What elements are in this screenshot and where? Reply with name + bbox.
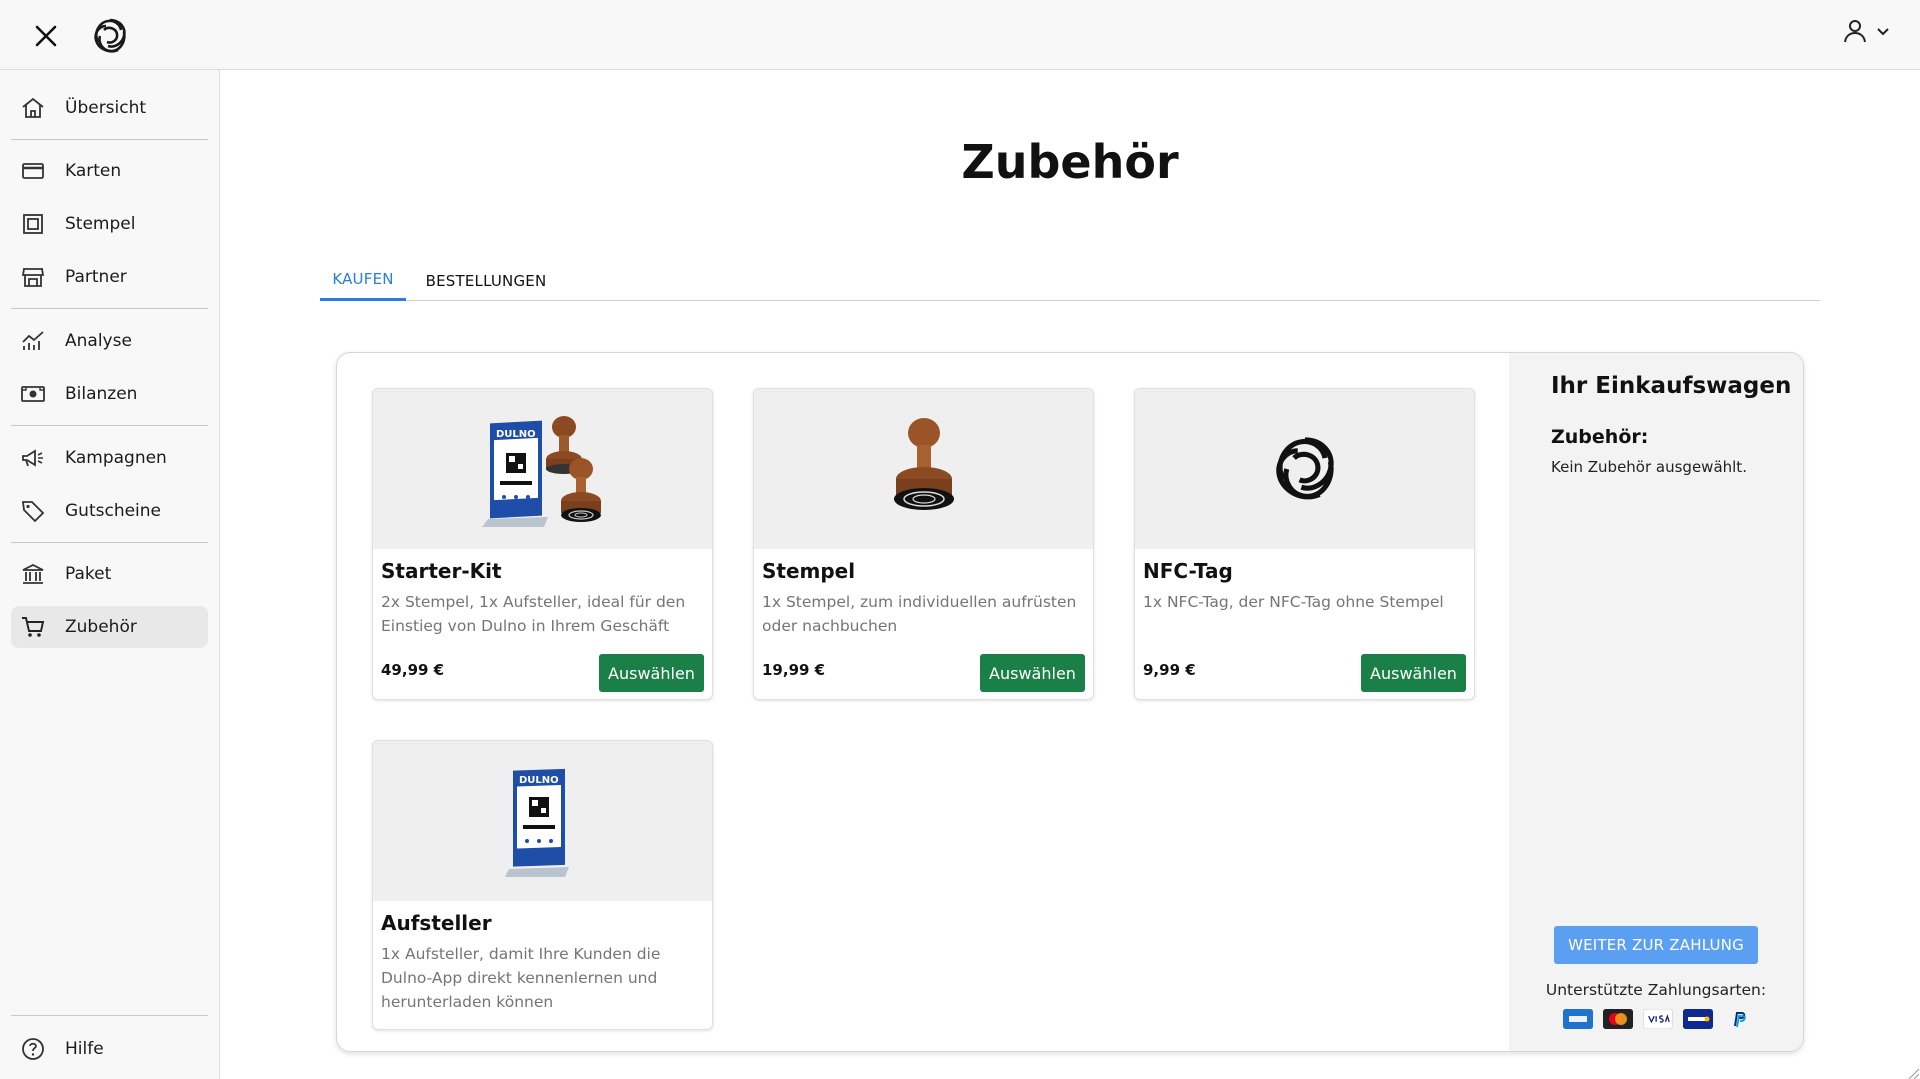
product-card-nfc-tag: NFC-Tag 1x NFC-Tag, der NFC-Tag ohne Ste…: [1134, 388, 1475, 700]
sidebar-item-paket[interactable]: Paket: [11, 553, 208, 595]
select-button-starter-kit[interactable]: Auswählen: [599, 654, 704, 692]
continue-to-payment-button[interactable]: WEITER ZUR ZAHLUNG: [1554, 926, 1758, 964]
paypal-icon: [1723, 1009, 1753, 1029]
money-icon: [11, 373, 55, 415]
payment-methods-label: Unterstützte Zahlungsarten:: [1545, 981, 1767, 999]
product-name: Stempel: [762, 559, 856, 583]
sepa-icon: [1683, 1009, 1713, 1029]
product-image-nfc-tag: [1135, 389, 1474, 549]
product-description: 1x NFC-Tag, der NFC-Tag ohne Stempel: [1143, 593, 1444, 611]
sidebar-item-label: Analyse: [65, 331, 132, 351]
sidebar-item-label: Zubehör: [65, 617, 137, 637]
close-icon[interactable]: [28, 18, 64, 54]
user-icon: [1842, 18, 1868, 48]
product-image-stempel: [754, 389, 1093, 549]
sidebar-item-analyse[interactable]: Analyse: [11, 320, 208, 362]
product-image-starter-kit: DULNO: [373, 389, 712, 549]
sidebar-item-stempel[interactable]: Stempel: [11, 203, 208, 245]
sidebar-item-label: Hilfe: [65, 1039, 104, 1059]
sidebar-item-hilfe[interactable]: Hilfe: [11, 1028, 208, 1070]
sidebar: Übersicht Karten Stempel Partner Analyse…: [0, 70, 220, 1079]
product-card-stempel: Stempel 1x Stempel, zum individuellen au…: [753, 388, 1094, 700]
sidebar-divider: [11, 542, 208, 543]
product-price: 9,99 €: [1143, 661, 1196, 679]
top-bar: [0, 0, 1920, 70]
mastercard-icon: [1603, 1009, 1633, 1029]
card-icon: [11, 150, 55, 192]
product-price: 19,99 €: [762, 661, 826, 679]
sidebar-item-label: Kampagnen: [65, 448, 167, 468]
sidebar-item-karten[interactable]: Karten: [11, 150, 208, 192]
sidebar-item-uebersicht[interactable]: Übersicht: [11, 87, 208, 129]
product-image-aufsteller: DULNO: [373, 741, 712, 901]
select-button-nfc-tag[interactable]: Auswählen: [1361, 654, 1466, 692]
product-name: Aufsteller: [381, 911, 492, 935]
bank-icon: [11, 553, 55, 595]
sidebar-item-label: Bilanzen: [65, 384, 138, 404]
display-brand-text: DULNO: [519, 775, 559, 786]
resize-handle[interactable]: [1906, 1065, 1920, 1079]
shopping-cart: Ihr Einkaufswagen Zubehör: Kein Zubehör …: [1509, 353, 1803, 1051]
product-description: 1x Stempel, zum individuellen aufrüsten …: [762, 593, 1077, 635]
cart-empty-text: Kein Zubehör ausgewählt.: [1551, 458, 1747, 476]
tab-bar: KAUFEN BESTELLUNGEN: [320, 260, 1820, 301]
page-title: Zubehör: [961, 135, 1179, 189]
megaphone-icon: [11, 437, 55, 479]
product-card-aufsteller: DULNO Aufsteller 1x Aufsteller, damit Ih…: [372, 740, 713, 1030]
sidebar-divider: [11, 425, 208, 426]
dulno-logo-icon[interactable]: [88, 14, 132, 58]
amex-icon: [1563, 1009, 1593, 1029]
tab-bestellungen[interactable]: BESTELLUNGEN: [416, 260, 556, 301]
product-name: NFC-Tag: [1143, 559, 1233, 583]
product-description: 1x Aufsteller, damit Ihre Kunden die Dul…: [381, 945, 661, 1011]
store-icon: [11, 256, 55, 298]
product-description: 2x Stempel, 1x Aufsteller, ideal für den…: [381, 593, 686, 635]
sidebar-item-kampagnen[interactable]: Kampagnen: [11, 437, 208, 479]
sidebar-item-label: Übersicht: [65, 98, 147, 118]
visa-icon: [1643, 1009, 1673, 1029]
select-button-stempel[interactable]: Auswählen: [980, 654, 1085, 692]
product-name: Starter-Kit: [381, 559, 502, 583]
user-menu[interactable]: [1842, 18, 1890, 48]
cart-title: Ihr Einkaufswagen: [1551, 373, 1792, 399]
sidebar-item-label: Karten: [65, 161, 122, 181]
sidebar-item-gutscheine[interactable]: Gutscheine: [11, 490, 208, 532]
sidebar-item-zubehoer[interactable]: Zubehör: [11, 606, 208, 648]
sidebar-item-partner[interactable]: Partner: [11, 256, 208, 298]
sidebar-item-label: Gutscheine: [65, 501, 162, 521]
sidebar-item-label: Stempel: [65, 214, 136, 234]
chart-icon: [11, 320, 55, 362]
tab-kaufen[interactable]: KAUFEN: [320, 260, 406, 301]
chevron-down-icon: [1876, 24, 1890, 43]
cart-icon: [11, 606, 55, 648]
sidebar-item-label: Partner: [65, 267, 127, 287]
display-brand-text: DULNO: [496, 429, 536, 440]
payment-methods: [1563, 1009, 1753, 1029]
product-card-starter-kit: DULNO Starter-Kit 2x Stempel, 1x Aufstel…: [372, 388, 713, 700]
home-icon: [11, 87, 55, 129]
help-icon: [11, 1028, 55, 1070]
sidebar-divider: [11, 139, 208, 140]
sidebar-item-label: Paket: [65, 564, 112, 584]
cart-subtitle: Zubehör:: [1551, 426, 1649, 448]
sidebar-item-bilanzen[interactable]: Bilanzen: [11, 373, 208, 415]
tag-icon: [11, 490, 55, 532]
stamp-icon: [11, 203, 55, 245]
product-price: 49,99 €: [381, 661, 445, 679]
sidebar-divider: [11, 308, 208, 309]
sidebar-divider: [11, 1015, 208, 1016]
shop-panel: DULNO Starter-Kit 2x Stempel, 1x Aufstel…: [336, 352, 1804, 1052]
